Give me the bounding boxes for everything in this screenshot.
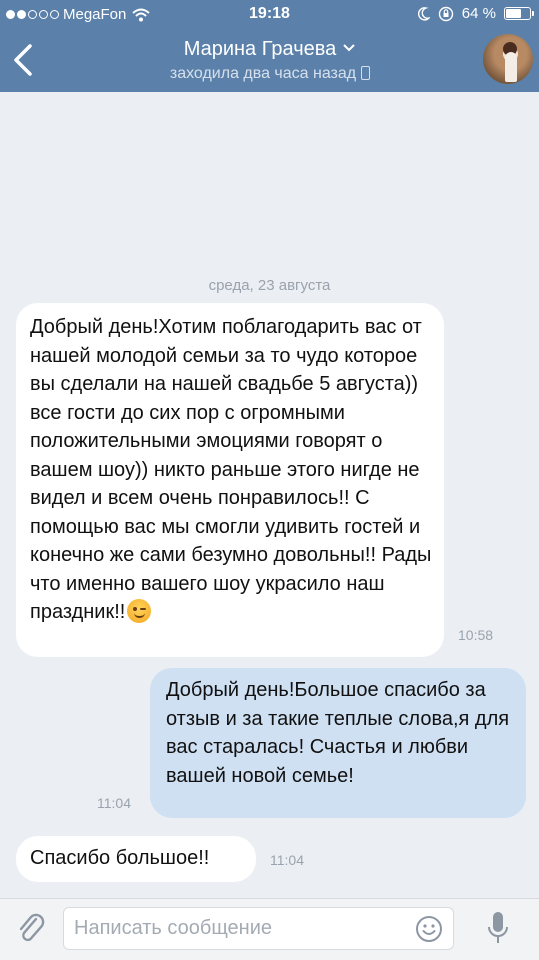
message-input[interactable] — [74, 908, 404, 949]
contact-title[interactable]: Марина Грачева — [100, 38, 440, 61]
message-time: 10:58 — [458, 627, 494, 643]
composer-bar — [0, 898, 539, 960]
message-bubble-outgoing[interactable]: Добрый день!Большое спасибо за отзыв и з… — [150, 668, 526, 818]
battery-fill — [506, 9, 521, 18]
last-seen-status: заходила два часа назад — [100, 65, 440, 83]
emoji-smile-icon[interactable] — [415, 915, 443, 943]
message-list[interactable]: среда, 23 августа Добрый день!Хотим побл… — [0, 92, 539, 898]
avatar[interactable] — [483, 34, 533, 84]
message-input-field[interactable] — [63, 907, 454, 950]
battery-icon — [504, 7, 534, 20]
rotation-lock-icon — [438, 6, 453, 21]
message-text: Спасибо большое!! — [30, 847, 210, 869]
status-right: 64 % — [417, 5, 534, 22]
winking-face-emoji-icon — [127, 599, 152, 623]
battery-percent: 64 % — [461, 5, 496, 22]
date-separator: среда, 23 августа — [208, 277, 331, 294]
status-bar: MegaFon 19:18 64 % — [0, 0, 539, 30]
attach-paperclip-icon[interactable] — [16, 911, 46, 947]
back-chevron-icon[interactable] — [6, 40, 40, 80]
chevron-down-icon — [343, 44, 356, 52]
last-seen-text: заходила два часа назад — [169, 65, 357, 82]
message-text: Добрый день!Хотим поблагодарить вас от н… — [30, 316, 432, 623]
message-bubble-incoming[interactable]: Спасибо большое!! — [16, 836, 256, 882]
message-time: 11:04 — [270, 852, 304, 868]
message-text: Добрый день!Большое спасибо за отзыв и з… — [166, 679, 510, 787]
moon-icon — [417, 6, 430, 20]
message-bubble-incoming[interactable]: Добрый день!Хотим поблагодарить вас от н… — [16, 303, 444, 657]
microphone-icon[interactable] — [486, 909, 510, 949]
contact-name: Марина Грачева — [183, 38, 337, 60]
message-time: 11:04 — [97, 795, 131, 811]
header: MegaFon 19:18 64 % Марина Грачева заходи… — [0, 0, 539, 92]
mobile-phone-icon — [361, 66, 371, 80]
